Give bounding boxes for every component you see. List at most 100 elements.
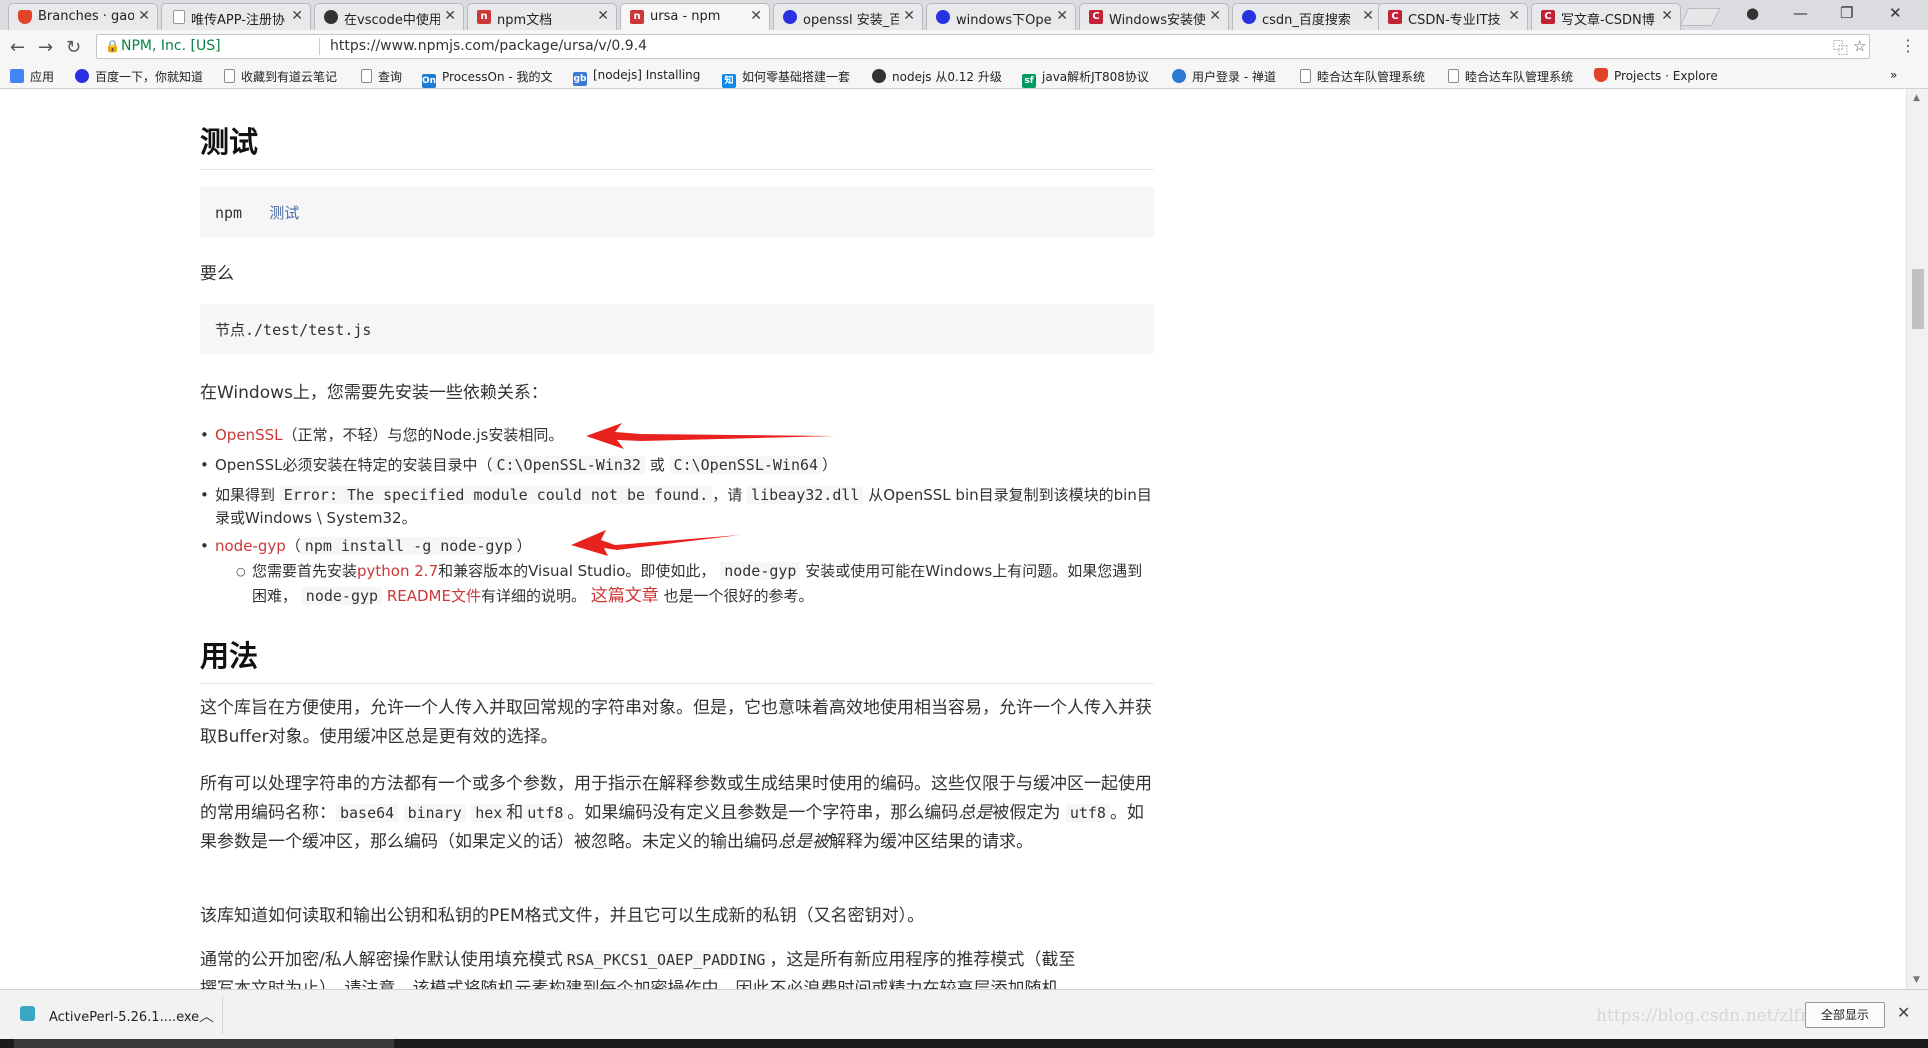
close-icon[interactable]: ✕ — [138, 8, 150, 24]
paragraph-usage-2: 所有可以处理字符串的方法都有一个或多个参数，用于指示在解释参数或生成结果时使用的… — [200, 770, 1154, 857]
reload-icon[interactable]: ↻ — [66, 37, 81, 58]
bookmark-query[interactable]: 查询 — [361, 68, 402, 85]
bookmark-nodejs-installing[interactable]: gb [nodejs] Installing — [573, 68, 700, 86]
segmentfault-icon: sf — [1022, 74, 1036, 88]
close-window-icon[interactable]: ✕ — [1889, 4, 1902, 22]
lock-icon[interactable]: 🔒 — [105, 39, 120, 53]
bookmark-label: 收藏到有道云笔记 — [241, 70, 338, 84]
bookmark-cnblogs[interactable]: nodejs 从0.12 升级 — [872, 68, 1002, 85]
inline-code: utf8 — [1065, 804, 1110, 822]
inline-code: node-gyp — [301, 587, 383, 605]
tab-9[interactable]: C CSDN-专业IT技 ✕ — [1378, 3, 1528, 30]
paragraph-text: 解释为缓冲区结果的请求。 — [829, 832, 1033, 852]
chevron-up-icon[interactable]: ︿ — [199, 1005, 214, 1026]
emphasis-text: 总是 — [958, 803, 993, 823]
bookmark-gitlab-projects[interactable]: Projects · Explore — [1594, 68, 1718, 83]
tab-title: 在vscode中使用 — [344, 13, 440, 28]
cnblogs-icon — [872, 69, 886, 83]
article-link[interactable]: 这篇文章 — [591, 586, 659, 606]
python-link[interactable]: python 2.7 — [357, 562, 438, 580]
openssl-link[interactable]: OpenSSL — [215, 426, 282, 444]
tab-6[interactable]: windows下Oper ✕ — [926, 3, 1076, 30]
tab-title: Windows安装使 — [1109, 13, 1205, 28]
bookmark-label: nodejs 从0.12 升级 — [892, 70, 1002, 84]
bookmark-zhihu[interactable]: 知如何零基础搭建一套 — [722, 68, 850, 88]
list-text: 或 — [649, 456, 665, 474]
tab-5[interactable]: openssl 安装_百 ✕ — [773, 3, 923, 30]
minimize-icon[interactable]: — — [1793, 4, 1808, 22]
bookmark-star-icon[interactable]: ☆ — [1853, 37, 1866, 55]
bookmark-processon[interactable]: On ProcessOn - 我的文 — [422, 68, 553, 88]
bookmark-zentao[interactable]: 用户登录 - 禅道 — [1172, 68, 1276, 85]
code-text: 测试 — [269, 204, 300, 222]
tab-2[interactable]: 在vscode中使用 ✕ — [314, 3, 464, 30]
user-icon[interactable]: ● — [1746, 4, 1759, 22]
close-icon[interactable]: ✕ — [1056, 8, 1068, 24]
baidu-icon — [1242, 10, 1256, 24]
list-text: 和兼容版本的Visual Studio。即使如此， — [438, 562, 716, 580]
taskbar-item[interactable] — [14, 1039, 394, 1048]
tab-4[interactable]: n ursa - npm ✕ — [620, 3, 770, 30]
url-text[interactable]: https://www.npmjs.com/package/ursa/v/0.9… — [330, 38, 647, 54]
processon-icon: On — [422, 74, 437, 88]
list-text: 有详细的说明。 — [480, 587, 586, 605]
inline-code: npm install -g node-gyp — [300, 537, 517, 555]
back-icon[interactable]: ← — [10, 37, 25, 58]
close-icon[interactable]: ✕ — [750, 8, 762, 24]
close-icon[interactable]: ✕ — [1897, 1003, 1910, 1022]
close-icon[interactable]: ✕ — [903, 8, 915, 24]
paragraph-text: 。如果编码没有定义且参数是一个字符串，那么编码 — [567, 803, 959, 823]
vertical-scrollbar[interactable]: ▲ ▼ — [1906, 89, 1928, 989]
download-filename[interactable]: ActivePerl-5.26.1....exe — [49, 1010, 199, 1025]
scrollbar-thumb[interactable] — [1912, 269, 1924, 329]
restore-icon[interactable]: ❐ — [1840, 4, 1853, 22]
new-tab-button[interactable] — [1679, 8, 1721, 26]
paragraph-windows: 在Windows上，您需要先安装一些依赖关系： — [200, 383, 548, 403]
scroll-down-icon[interactable]: ▼ — [1913, 975, 1920, 985]
node-gyp-link[interactable]: node-gyp — [215, 537, 286, 555]
list-item-openssl: OpenSSL（正常，不轻）与您的Node.js安装相同。 — [200, 424, 1154, 447]
bookmark-fleet-1[interactable]: 睦合达车队管理系统 — [1300, 68, 1425, 85]
bookmark-label: 睦合达车队管理系统 — [1317, 70, 1426, 84]
paragraph-text: 通常的公开加密/私人解密操作默认使用填充模式 — [200, 950, 563, 970]
menu-icon[interactable]: ⋮ — [1900, 36, 1916, 55]
bookmark-segmentfault[interactable]: sf java解析JT808协议 — [1022, 68, 1149, 88]
close-icon[interactable]: ✕ — [597, 8, 609, 24]
bookmark-apps[interactable]: 应用 — [10, 68, 54, 85]
taskbar — [0, 1039, 1928, 1048]
inline-code: Error: The specified module could not be… — [279, 486, 713, 504]
readme-link[interactable]: README文件 — [387, 587, 481, 605]
close-icon[interactable]: ✕ — [1661, 8, 1673, 24]
tab-0[interactable]: Branches · gaow ✕ — [8, 3, 158, 30]
forward-icon[interactable]: → — [38, 37, 53, 58]
bookmarks-bar: 应用 百度一下，你就知道 收藏到有道云笔记 查询 On ProcessOn - 我… — [0, 64, 1928, 89]
close-icon[interactable]: ✕ — [444, 8, 456, 24]
bookmark-fleet-2[interactable]: 睦合达车队管理系统 — [1448, 68, 1573, 85]
code-block-npm-test: npm 测试 — [200, 187, 1154, 237]
list-text: OpenSSL必须安装在特定的安装目录中（ — [215, 456, 493, 474]
tab-title: 写文章-CSDN博 — [1561, 13, 1655, 28]
tab-7[interactable]: C Windows安装使 ✕ — [1079, 3, 1229, 30]
bookmark-youdao[interactable]: 收藏到有道云笔记 — [224, 68, 337, 85]
close-icon[interactable]: ✕ — [291, 8, 303, 24]
bookmark-label: ProcessOn - 我的文 — [442, 70, 553, 84]
page-icon — [361, 69, 372, 83]
tab-8[interactable]: csdn_百度搜索 ✕ — [1232, 3, 1382, 30]
close-icon[interactable]: ✕ — [1508, 8, 1520, 24]
bookmark-label: Projects · Explore — [1614, 69, 1718, 83]
address-bar[interactable]: 🔒 NPM, Inc. [US] https://www.npmjs.com/p… — [96, 34, 1870, 59]
paragraph-or: 要么 — [200, 264, 234, 284]
tab-3[interactable]: n npm文档 ✕ — [467, 3, 617, 30]
close-icon[interactable]: ✕ — [1209, 8, 1221, 24]
translate-icon[interactable]: ⿻ — [1833, 37, 1848, 58]
show-all-button[interactable]: 全部显示 — [1805, 1002, 1885, 1028]
more-bookmarks-icon[interactable]: » — [1890, 68, 1897, 82]
tab-10[interactable]: C 写文章-CSDN博 ✕ — [1531, 3, 1681, 30]
scroll-up-icon[interactable]: ▲ — [1913, 93, 1920, 103]
tab-1[interactable]: 唯传APP-注册协 ✕ — [161, 3, 311, 30]
bookmark-baidu[interactable]: 百度一下，你就知道 — [75, 68, 203, 85]
inline-code: C:\OpenSSL-Win64 — [669, 456, 823, 474]
close-icon[interactable]: ✕ — [1362, 8, 1374, 24]
list-text: 如果得到 — [215, 486, 276, 504]
baidu-icon — [75, 69, 89, 83]
